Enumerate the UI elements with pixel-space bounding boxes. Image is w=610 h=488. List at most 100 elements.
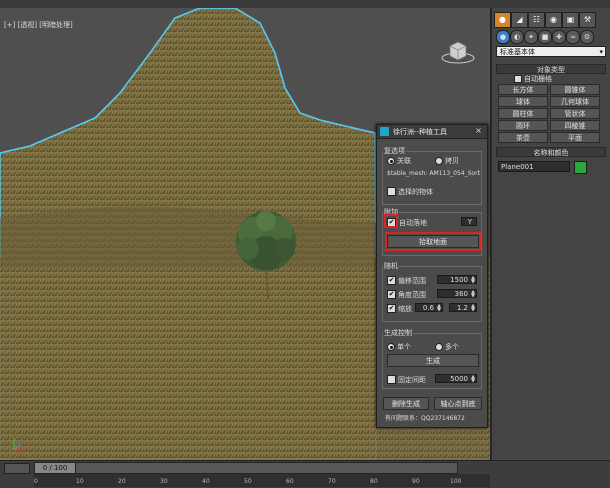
spinner-arrows-icon: ▲ ▼ <box>437 303 441 313</box>
object-color-swatch[interactable] <box>574 161 587 174</box>
fixed-spacing-label: 固定间距 <box>398 376 426 384</box>
timeline-bar: 0 / 100 0 10 20 30 40 50 60 70 80 90 100 <box>0 460 610 488</box>
selected-objects-checkbox[interactable] <box>387 187 396 196</box>
scale-max-spinner[interactable]: 1.2 ▲ ▼ <box>449 303 477 313</box>
pivot-to-bottom-button[interactable]: 轴心点到底 <box>434 397 482 410</box>
helpers-icon[interactable]: ✚ <box>552 30 566 44</box>
systems-icon[interactable]: ⚙ <box>580 30 594 44</box>
spacing-spinner[interactable]: 5000 ▲ ▼ <box>435 374 477 384</box>
timeline-toggle-button[interactable] <box>4 463 30 474</box>
angle-value: 360 <box>454 290 468 298</box>
scale-max-value: 1.2 <box>456 304 468 312</box>
angle-spinner[interactable]: 360 ▲ ▼ <box>437 289 477 299</box>
category-dropdown-value: 标准基本体 <box>500 48 535 56</box>
cone-button[interactable]: 圆锥体 <box>550 84 600 95</box>
time-slider-track[interactable] <box>34 462 458 474</box>
tree-object[interactable] <box>218 203 318 303</box>
delete-generated-button[interactable]: 删除生成 <box>383 397 429 410</box>
instance-radio[interactable] <box>387 157 395 165</box>
scale-min-spinner[interactable]: 0.6 ▲ ▼ <box>415 303 443 313</box>
instance-label: 关联 <box>397 157 411 165</box>
offset-checkbox[interactable]: ✔ <box>387 276 396 285</box>
pyramid-button[interactable]: 四棱锥 <box>550 120 600 131</box>
axis-dropdown[interactable]: Y <box>461 217 477 226</box>
offset-label: 偏移范围 <box>398 277 426 285</box>
ruler-tick: 40 <box>202 478 210 485</box>
category-dropdown[interactable]: 标准基本体 ▾ <box>496 46 606 57</box>
offset-value: 1500 <box>450 276 468 284</box>
sphere-button[interactable]: 球体 <box>498 96 548 107</box>
dialog-title: 徐行洲--种植工具 <box>393 128 448 136</box>
name-color-rollout[interactable]: 名称和颜色 <box>496 147 606 157</box>
scale-label: 缩放 <box>398 305 412 313</box>
offset-spinner[interactable]: 1500 ▲ ▼ <box>437 275 477 285</box>
contact-text: 有问题联系：QQ237146872 <box>385 415 465 422</box>
frame-ruler[interactable]: 0 10 20 30 40 50 60 70 80 90 100 <box>34 474 490 487</box>
utilities-tab-icon[interactable]: ⚒ <box>579 12 596 28</box>
ruler-tick: 10 <box>76 478 84 485</box>
ruler-tick: 0 <box>34 478 38 485</box>
spinner-arrows-icon: ▲ ▼ <box>471 303 475 313</box>
ruler-tick: 70 <box>328 478 336 485</box>
close-icon[interactable]: × <box>473 126 484 136</box>
generate-button[interactable]: 生成 <box>387 354 479 367</box>
mesh-name-text: $table_mesh: AM113_054_Sorbu <box>387 170 480 177</box>
plane-button[interactable]: 平面 <box>550 132 600 143</box>
spinner-arrows-icon: ▲ ▼ <box>471 275 475 285</box>
multiple-radio[interactable] <box>435 343 443 351</box>
scale-checkbox[interactable]: ✔ <box>387 304 396 313</box>
modify-tab-icon[interactable]: ◢ <box>511 12 528 28</box>
axis-value: Y <box>467 218 472 226</box>
single-radio[interactable] <box>387 343 395 351</box>
motion-tab-icon[interactable]: ◉ <box>545 12 562 28</box>
scale-min-value: 0.6 <box>422 304 434 312</box>
time-slider-thumb[interactable]: 0 / 100 <box>34 462 76 474</box>
cameras-icon[interactable]: ■ <box>538 30 552 44</box>
ruler-tick: 60 <box>286 478 294 485</box>
ruler-tick: 30 <box>160 478 168 485</box>
fixed-spacing-checkbox[interactable] <box>387 375 396 384</box>
dialog-titlebar[interactable]: 徐行洲--种植工具 × <box>377 125 487 139</box>
random-group-title: 随机 <box>383 261 399 271</box>
autogrid-label: 自动栅格 <box>524 75 552 83</box>
spinner-arrows-icon: ▲ ▼ <box>471 289 475 299</box>
torus-button[interactable]: 圆环 <box>498 120 548 131</box>
autogrid-checkbox[interactable] <box>514 75 522 83</box>
spacewarps-icon[interactable]: ≈ <box>566 30 580 44</box>
ruler-tick: 20 <box>118 478 126 485</box>
auto-ground-label: 自动落地 <box>399 219 427 227</box>
generate-group-title: 生成控制 <box>383 328 413 338</box>
command-panel: ● ◢ ☷ ◉ ▣ ⚒ ● ◐ ✦ ■ ✚ ≈ ⚙ 标准基本体 ▾ 对象类型 自… <box>491 8 610 460</box>
ruler-tick: 80 <box>370 478 378 485</box>
object-name-field[interactable]: Plane001 <box>498 161 570 172</box>
multiple-label: 多个 <box>445 343 459 351</box>
highlight-box <box>385 232 481 251</box>
angle-checkbox[interactable]: ✔ <box>387 290 396 299</box>
ruler-tick: 50 <box>244 478 252 485</box>
hierarchy-tab-icon[interactable]: ☷ <box>528 12 545 28</box>
spacing-value: 5000 <box>450 375 468 383</box>
import-group-title: 复选项 <box>383 146 406 156</box>
display-tab-icon[interactable]: ▣ <box>562 12 579 28</box>
planting-tool-dialog: 徐行洲--种植工具 × 复选项 关联 拷贝 $table_mesh: AM113… <box>376 124 488 428</box>
shapes-icon[interactable]: ◐ <box>510 30 524 44</box>
box-button[interactable]: 长方体 <box>498 84 548 95</box>
object-type-rollout[interactable]: 对象类型 <box>496 64 606 74</box>
copy-radio[interactable] <box>435 157 443 165</box>
viewcube-icon[interactable] <box>440 38 476 66</box>
ruler-tick: 90 <box>412 478 420 485</box>
single-label: 单个 <box>397 343 411 351</box>
spinner-arrows-icon: ▲ ▼ <box>471 374 475 384</box>
copy-label: 拷贝 <box>445 157 459 165</box>
selected-objects-label: 选择的物体 <box>398 188 433 196</box>
teapot-button[interactable]: 茶壶 <box>498 132 548 143</box>
tube-button[interactable]: 管状体 <box>550 108 600 119</box>
lights-icon[interactable]: ✦ <box>524 30 538 44</box>
app-logo-icon <box>380 127 389 136</box>
geometry-icon[interactable]: ● <box>496 30 510 44</box>
geosphere-button[interactable]: 几何球体 <box>550 96 600 107</box>
cylinder-button[interactable]: 圆柱体 <box>498 108 548 119</box>
create-tab-icon[interactable]: ● <box>494 12 511 28</box>
viewport-label[interactable]: [+] [透视] [明暗处理] <box>4 20 73 30</box>
highlight-box <box>384 214 398 228</box>
